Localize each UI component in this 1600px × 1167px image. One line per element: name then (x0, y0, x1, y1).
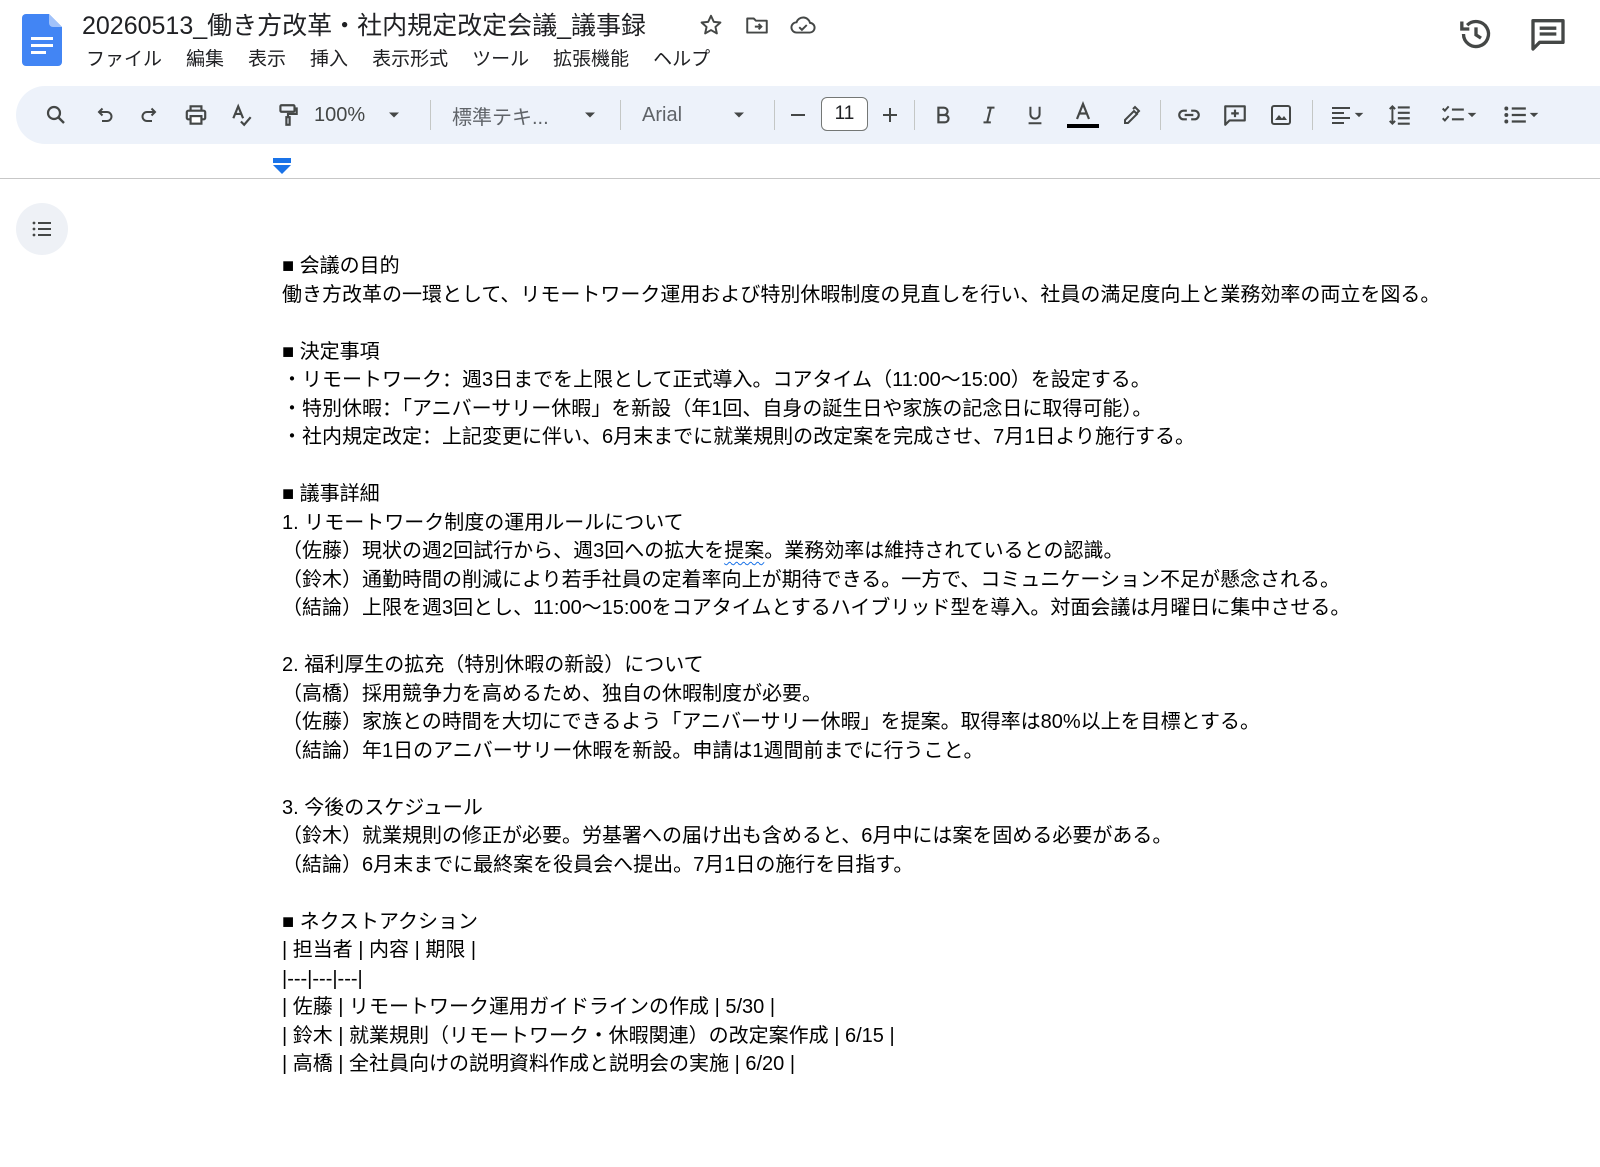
paragraph-style-value: 標準テキ... (452, 106, 549, 129)
discussion-line: （佐藤）家族との時間を大切にできるよう「アニバーサリー休暇」を提案。取得率は80… (282, 711, 1261, 733)
toolbar-divider (914, 100, 915, 130)
decision-item: ・リモートワーク：週3日までを上限として正式導入。コアタイム（11:00〜15:… (282, 369, 1151, 391)
agenda-item-title: 1. リモートワーク制度の運用ルールについて (282, 511, 684, 534)
font-size-input[interactable]: 11 (821, 97, 868, 131)
menu-help[interactable]: ヘルプ (641, 46, 722, 74)
insert-image-icon[interactable] (1266, 86, 1296, 144)
markdown-table-row: | 高橋 | 全社員向けの説明資料作成と説明会の実施 | 6/20 | (282, 1053, 796, 1075)
toolbar-divider (1160, 100, 1161, 130)
align-left-icon[interactable] (1324, 86, 1370, 144)
italic-icon[interactable] (974, 86, 1004, 144)
agenda-item-title: 2. 福利厚生の拡充（特別休暇の新設）について (282, 654, 704, 676)
toolbar-divider (620, 100, 621, 130)
discussion-line: （鈴木）通勤時間の削減により若手社員の定着率向上が期待できる。一方で、コミュニケ… (282, 568, 1340, 591)
menu-edit[interactable]: 編集 (174, 46, 236, 74)
discussion-line: （佐藤）現状の週2回試行から、週3回への拡大を提案。業務効率は維持されているとの… (282, 537, 1582, 566)
menu-insert[interactable]: 挿入 (298, 46, 360, 74)
body-text: 働き方改革の一環として、リモートワーク運用および特別休暇制度の見直しを行い、社員… (282, 283, 1441, 306)
text-color-icon[interactable] (1064, 86, 1102, 144)
chevron-down-icon (389, 112, 400, 118)
paint-format-icon[interactable] (272, 86, 304, 144)
chevron-down-icon (584, 112, 595, 118)
menu-file[interactable]: ファイル (74, 46, 174, 74)
comments-icon[interactable] (1528, 14, 1568, 54)
document-outline-button[interactable] (16, 203, 68, 255)
insert-link-icon[interactable] (1174, 86, 1204, 144)
highlight-color-icon[interactable] (1116, 86, 1146, 144)
redo-icon[interactable] (134, 86, 166, 144)
zoom-value: 100% (314, 103, 366, 126)
discussion-line: （結論）年1日のアニバーサリー休暇を新設。申請は1週間前までに行うこと。 (282, 739, 984, 762)
document-body[interactable]: ■ 会議の目的 働き方改革の一環として、リモートワーク運用および特別休暇制度の見… (282, 252, 1582, 1079)
spelling-flagged-word[interactable]: 提案 (724, 540, 764, 562)
search-menus-icon[interactable] (40, 86, 72, 144)
markdown-table-row: | 鈴木 | 就業規則（リモートワーク・休暇関連）の改定案作成 | 6/15 | (282, 1024, 895, 1047)
discussion-text: 。業務効率は維持されているとの認識。 (764, 540, 1124, 562)
document-title[interactable]: 20260513_働き方改革・社内規定改定会議_議事録 (82, 6, 646, 42)
discussion-line: （結論）上限を週3回とし、11:00〜15:00をコアタイムとするハイブリッド型… (282, 597, 1351, 619)
menu-bar: ファイル 編集 表示 挿入 表示形式 ツール 拡張機能 ヘルプ (74, 46, 722, 74)
chevron-down-icon (1529, 112, 1539, 118)
toolbar-divider (1312, 100, 1313, 130)
markdown-table-header: | 担当者 | 内容 | 期限 | (282, 939, 477, 961)
ruler-indent-marker-icon[interactable] (272, 158, 292, 176)
section-heading: ■ ネクストアクション (282, 910, 479, 933)
print-icon[interactable] (180, 86, 212, 144)
undo-icon[interactable] (88, 86, 120, 144)
zoom-select[interactable]: 100% (314, 86, 424, 144)
underline-icon[interactable] (1020, 86, 1050, 144)
ruler-divider (0, 178, 1600, 179)
line-spacing-icon[interactable] (1384, 86, 1416, 144)
version-history-icon[interactable] (1456, 14, 1496, 54)
chevron-down-icon (734, 112, 745, 118)
paragraph-style-select[interactable]: 標準テキ... (452, 86, 602, 144)
toolbar-divider (430, 100, 431, 130)
menu-view[interactable]: 表示 (236, 46, 298, 74)
move-to-folder-icon[interactable] (742, 10, 772, 40)
menu-extensions[interactable]: 拡張機能 (541, 46, 641, 74)
decision-item: ・社内規定改定：上記変更に伴い、6月末までに就業規則の改定案を完成させ、7月1日… (282, 426, 1195, 448)
markdown-table-separator: |---|---|---| (282, 967, 363, 990)
markdown-table-row: | 佐藤 | リモートワーク運用ガイドラインの作成 | 5/30 | (282, 996, 776, 1018)
chevron-down-icon (1467, 112, 1477, 118)
decrease-font-size-icon[interactable] (784, 86, 812, 144)
bulleted-list-icon[interactable] (1496, 86, 1546, 144)
discussion-line: （結論）6月末までに最終案を役員会へ提出。7月1日の施行を目指す。 (282, 853, 914, 876)
add-comment-icon[interactable] (1220, 86, 1250, 144)
discussion-text: （佐藤）現状の週2回試行から、週3回への拡大を (282, 540, 725, 562)
font-value: Arial (642, 103, 683, 126)
google-docs-logo-icon[interactable] (22, 14, 62, 66)
section-heading: ■ 会議の目的 (282, 255, 400, 277)
agenda-item-title: 3. 今後のスケジュール (282, 796, 483, 819)
bold-icon[interactable] (928, 86, 958, 144)
decision-item: ・特別休暇：「アニバーサリー休暇」を新設（年1回、自身の誕生日や家族の記念日に取… (282, 397, 1153, 420)
font-select[interactable]: Arial (642, 86, 782, 144)
spellcheck-icon[interactable] (226, 86, 258, 144)
star-icon[interactable] (696, 10, 726, 40)
chevron-down-icon (1354, 112, 1364, 118)
outline-list-icon (32, 221, 51, 237)
toolbar-divider (774, 100, 775, 130)
menu-tools[interactable]: ツール (460, 46, 541, 74)
cloud-saved-icon[interactable] (788, 10, 818, 40)
toolbar: 100% 標準テキ... Arial 11 (16, 86, 1600, 144)
discussion-line: （鈴木）就業規則の修正が必要。労基署への届け出も含めると、6月中には案を固める必… (282, 825, 1173, 847)
section-heading: ■ 議事詳細 (282, 483, 380, 505)
section-heading: ■ 決定事項 (282, 340, 380, 363)
discussion-line: （高橋）採用競争力を高めるため、独自の休暇制度が必要。 (282, 682, 822, 705)
checklist-icon[interactable] (1434, 86, 1484, 144)
increase-font-size-icon[interactable] (876, 86, 904, 144)
menu-format[interactable]: 表示形式 (360, 46, 460, 74)
